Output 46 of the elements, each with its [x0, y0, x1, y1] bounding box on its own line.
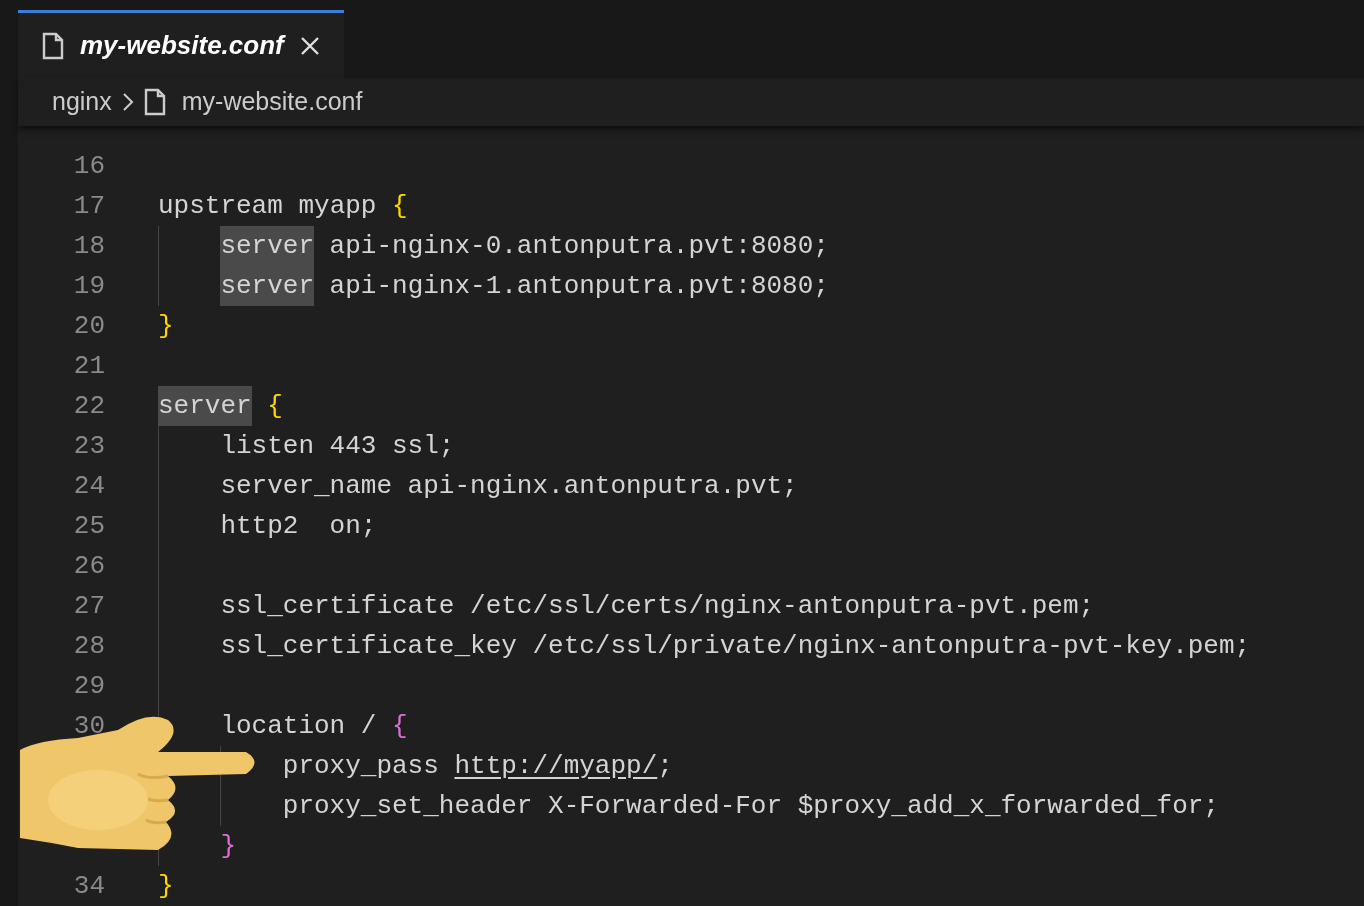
- code-text: api-nginx-0.antonputra.pvt:8080;: [328, 230, 829, 263]
- close-icon[interactable]: [299, 35, 320, 56]
- breadcrumb-item[interactable]: my-website.conf: [181, 83, 363, 121]
- line-number: 26: [73, 551, 105, 581]
- brace: }: [158, 310, 174, 343]
- tab-title: my-website.conf: [80, 29, 284, 62]
- line-number: 27: [73, 591, 105, 621]
- line-number: 20: [73, 311, 105, 341]
- line-number: 18: [73, 231, 105, 261]
- brace: }: [220, 830, 236, 863]
- code-text: server_name api-nginx.antonputra.pvt;: [220, 470, 798, 503]
- chevron-icon: [121, 91, 134, 113]
- code-text: api-nginx-1.antonputra.pvt:8080;: [328, 270, 829, 303]
- line-number: 23: [73, 431, 105, 461]
- file-icon: [143, 88, 166, 116]
- code-text: ssl_certificate_key /etc/ssl/private/nginx-antonputra-pvt-key.pem;: [220, 630, 1251, 663]
- highlighted-keyword: server: [220, 226, 314, 266]
- highlighted-keyword: server: [158, 386, 252, 426]
- brace: }: [158, 870, 174, 903]
- line-number: 29: [73, 671, 105, 701]
- line-number: 17: [73, 191, 105, 221]
- code-text: proxy_pass: [282, 750, 440, 783]
- highlighted-keyword: server: [220, 266, 314, 306]
- brace: {: [267, 390, 283, 423]
- line-number: 21: [73, 351, 105, 381]
- code-text: location /: [220, 710, 378, 743]
- line-number: 30: [73, 711, 105, 741]
- line-number: 16: [73, 151, 105, 181]
- line-number: 24: [73, 471, 105, 501]
- brace: {: [392, 710, 408, 743]
- line-number: 34: [73, 871, 105, 901]
- line-number: 22: [73, 391, 105, 421]
- code-text: listen 443 ssl;: [220, 430, 455, 463]
- editor-tab[interactable]: my-website.conf: [18, 10, 344, 78]
- code-text: ssl_certificate /etc/ssl/certs/nginx-antonputra-pvt.pem;: [220, 590, 1095, 623]
- code-text: upstream myapp: [158, 190, 378, 223]
- code-text: ;: [657, 750, 673, 783]
- line-number: 28: [73, 631, 105, 661]
- brace: {: [392, 190, 408, 223]
- code-link[interactable]: http://myapp/: [454, 746, 658, 786]
- file-icon: [42, 31, 64, 60]
- code-text: proxy_set_header X-Forwarded-For $proxy_add_x_forwarded_for;: [282, 790, 1219, 823]
- line-number: 25: [73, 511, 105, 541]
- line-number: 19: [73, 271, 105, 301]
- breadcrumb-item[interactable]: nginx: [52, 83, 112, 121]
- code-text: http2 on;: [220, 510, 377, 543]
